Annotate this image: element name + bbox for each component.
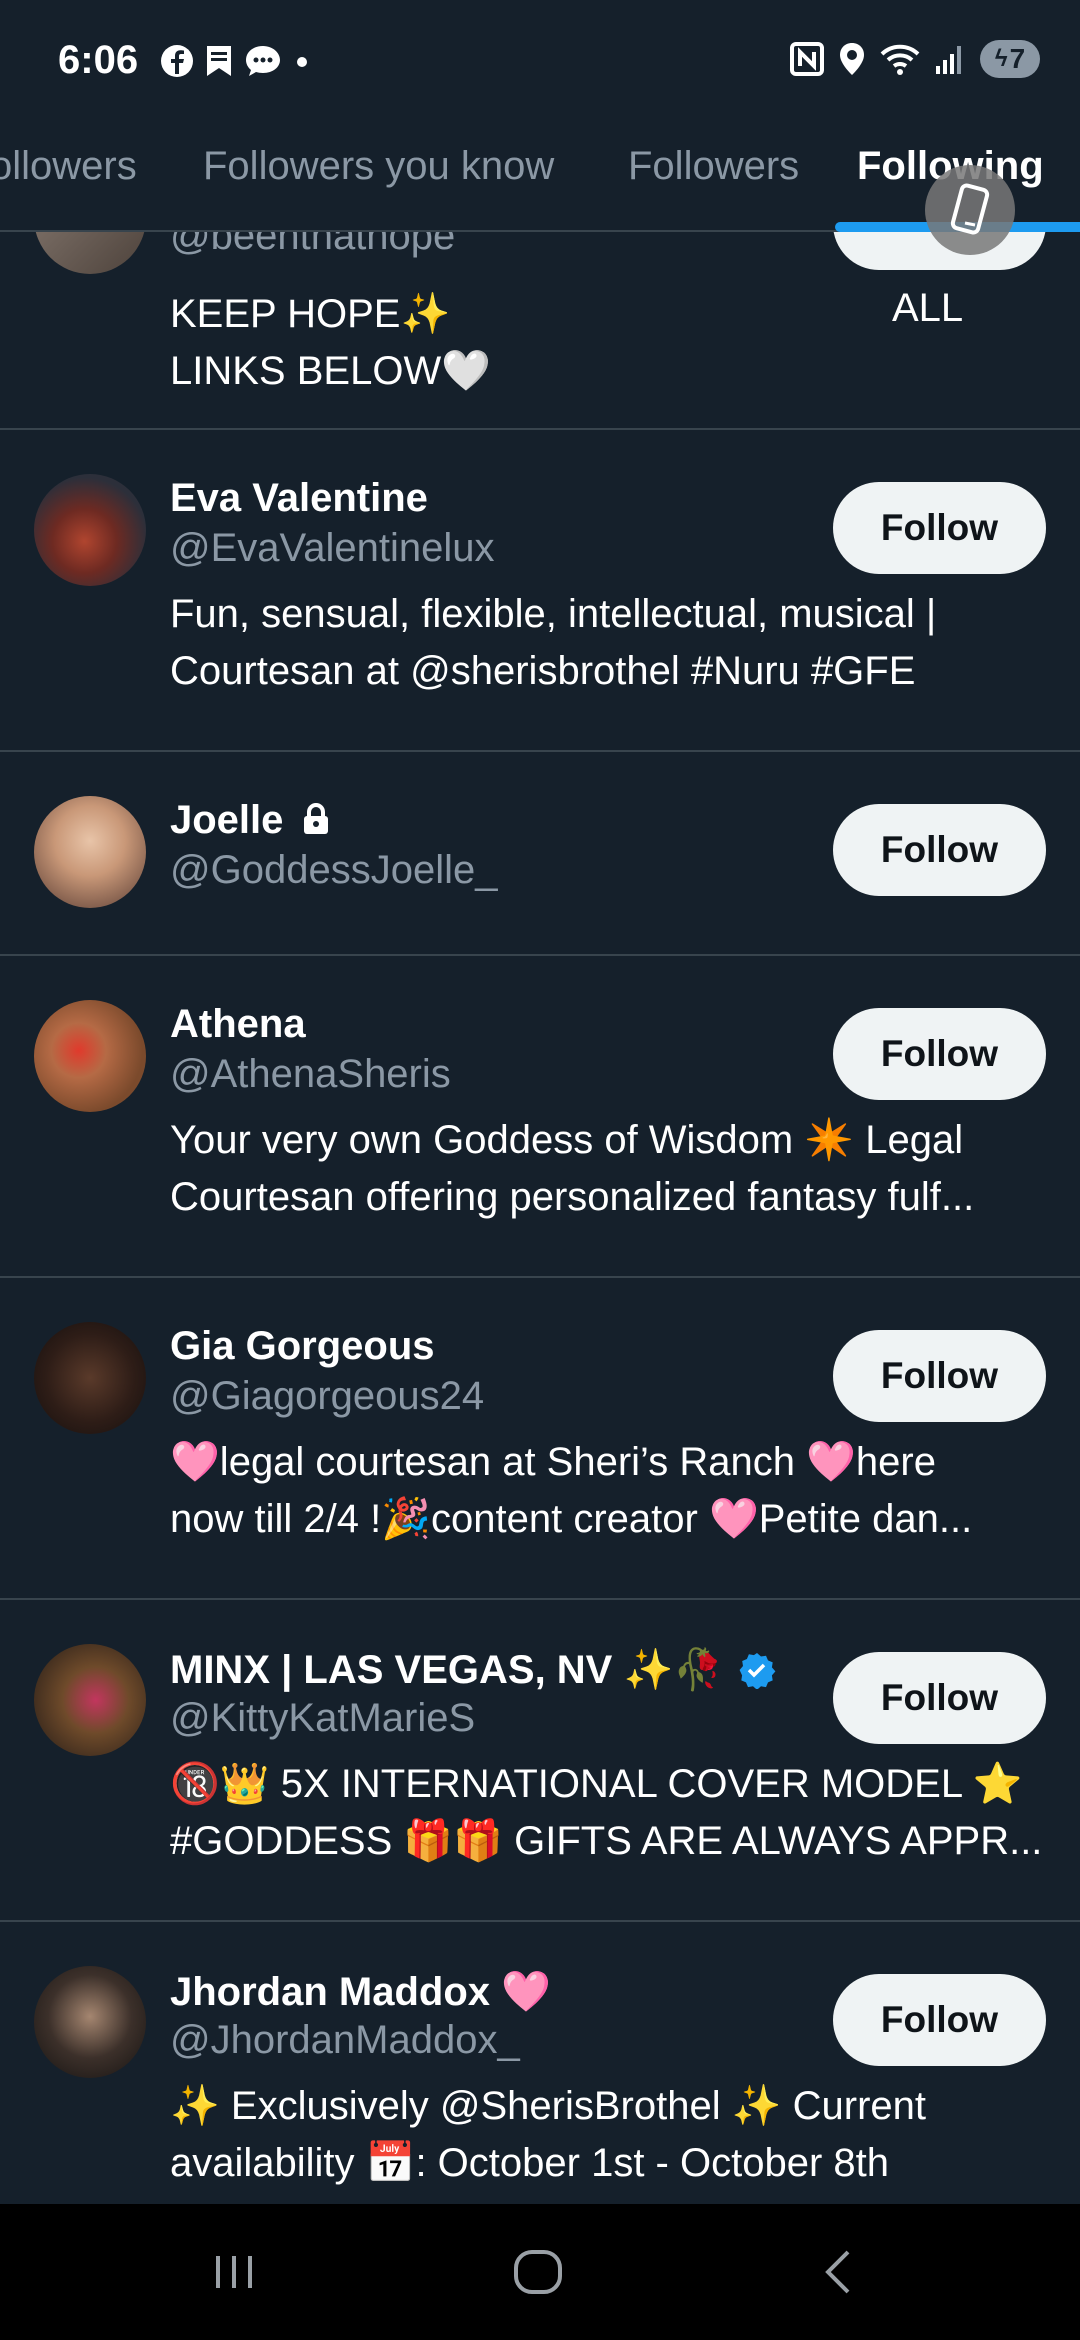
lock-icon <box>303 803 328 834</box>
signal-icon <box>936 46 961 74</box>
user-name-text: Joelle <box>170 798 284 842</box>
bio-line: availability 📅: October 1st - October 8t… <box>170 2141 889 2185</box>
wifi-icon <box>880 44 920 75</box>
follow-button[interactable]: Follow <box>833 1008 1046 1100</box>
avatar[interactable] <box>34 232 146 274</box>
follow-button[interactable]: Follow <box>833 482 1046 574</box>
user-name[interactable]: Athena <box>170 1002 306 1047</box>
user-handle[interactable]: @KittyKatMarieS <box>170 1696 475 1741</box>
user-name[interactable]: Joelle <box>170 798 331 843</box>
bio-line: Courtesan at @sherisbrothel #Nuru #GFE <box>170 649 916 693</box>
list-item[interactable]: @beenthathope ALL KEEP HOPE✨ LINKS BELOW… <box>0 232 1080 430</box>
tab-verified-followers[interactable]: ollowers <box>0 144 137 189</box>
battery-icon: ϟ 7 <box>980 40 1040 78</box>
follow-button[interactable]: Follow <box>833 1652 1046 1744</box>
system-icons: ϟ 7 <box>790 40 1040 78</box>
user-handle: @beenthathope <box>170 232 456 258</box>
user-name-text: MINX | LAS VEGAS, NV ✨🥀 <box>170 1648 724 1692</box>
follow-button[interactable]: Follow <box>833 1974 1046 2066</box>
bio-line: Courtesan offering personalized fantasy … <box>170 1175 975 1219</box>
phone-rotate-icon <box>950 183 990 235</box>
bookmark-icon <box>207 46 231 76</box>
follow-button[interactable]: Follow <box>833 1330 1046 1422</box>
following-list: @beenthathope ALL KEEP HOPE✨ LINKS BELOW… <box>0 232 1080 2204</box>
battery-level: 7 <box>1009 43 1026 74</box>
user-name[interactable]: MINX | LAS VEGAS, NV ✨🥀 <box>170 1646 776 1693</box>
tab-followers[interactable]: Followers <box>628 144 799 189</box>
user-name[interactable]: Jhordan Maddox 🩷 <box>170 1968 551 2015</box>
back-icon[interactable] <box>818 2244 858 2300</box>
user-bio: ✨ Exclusively @SherisBrothel ✨ Current a… <box>170 2078 1050 2192</box>
avatar[interactable] <box>34 474 146 586</box>
user-name[interactable]: Eva Valentine <box>170 476 428 521</box>
dot-icon <box>297 57 307 67</box>
battery-bolt-icon: ϟ <box>994 45 1008 72</box>
bio-line: now till 2/4 !🎉content creator 🩷Petite d… <box>170 1497 973 1541</box>
bio-line: Your very own Goddess of Wisdom ✴️ Legal <box>170 1118 964 1162</box>
facebook-icon <box>161 45 193 77</box>
tab-followers-you-know[interactable]: Followers you know <box>203 144 554 189</box>
user-bio: 🔞👑 5X INTERNATIONAL COVER MODEL ⭐ #GODDE… <box>170 1756 1050 1870</box>
user-bio: 🩷legal courtesan at Sheri’s Ranch 🩷here … <box>170 1434 1050 1548</box>
user-handle[interactable]: @EvaValentinelux <box>170 526 495 571</box>
list-item[interactable]: Athena @AthenaSheris Follow Your very ow… <box>0 954 1080 1278</box>
user-handle[interactable]: @Giagorgeous24 <box>170 1374 484 1419</box>
bio-line: 🩷legal courtesan at Sheri’s Ranch 🩷here <box>170 1440 936 1484</box>
list-item[interactable]: Gia Gorgeous @Giagorgeous24 Follow 🩷lega… <box>0 1276 1080 1600</box>
avatar[interactable] <box>34 1966 146 2078</box>
location-icon <box>840 43 864 75</box>
list-item[interactable]: Jhordan Maddox 🩷 @JhordanMaddox_ Follow … <box>0 1920 1080 2204</box>
bio-line: LINKS BELOW🤍 <box>170 349 491 393</box>
system-nav-bar <box>0 2204 1080 2340</box>
user-handle[interactable]: @AthenaSheris <box>170 1052 451 1097</box>
avatar[interactable] <box>34 1644 146 1756</box>
bio-line: KEEP HOPE✨ <box>170 292 451 336</box>
avatar[interactable] <box>34 796 146 908</box>
bio-line: #GODDESS 🎁🎁 GIFTS ARE ALWAYS APPR... <box>170 1819 1043 1863</box>
user-name[interactable]: Gia Gorgeous <box>170 1324 435 1369</box>
rotate-screen-button[interactable] <box>925 165 1015 255</box>
avatar[interactable] <box>34 1322 146 1434</box>
recents-icon[interactable] <box>210 2244 258 2300</box>
list-item[interactable]: MINX | LAS VEGAS, NV ✨🥀 @KittyKatMarieS … <box>0 1598 1080 1922</box>
verified-badge-icon <box>739 1653 776 1690</box>
list-item[interactable]: Eva Valentine @EvaValentinelux Follow Fu… <box>0 428 1080 752</box>
list-item[interactable]: Joelle @GoddessJoelle_ Follow <box>0 750 1080 956</box>
chat-icon <box>246 46 280 76</box>
nfc-icon <box>790 42 824 76</box>
user-handle[interactable]: @GoddessJoelle_ <box>170 848 497 893</box>
follow-button[interactable]: Follow <box>833 804 1046 896</box>
user-bio: Your very own Goddess of Wisdom ✴️ Legal… <box>170 1112 1050 1226</box>
notification-icons <box>160 44 312 78</box>
status-bar: 6:06 ϟ 7 <box>0 0 1080 130</box>
profile-tabs: ollowers Followers you know Followers Fo… <box>0 130 1080 232</box>
status-time: 6:06 <box>58 38 139 82</box>
bio-line: Fun, sensual, flexible, intellectual, mu… <box>170 592 937 636</box>
bio-line: 🔞👑 5X INTERNATIONAL COVER MODEL ⭐ <box>170 1762 1023 1806</box>
bio-line: ✨ Exclusively @SherisBrothel ✨ Current <box>170 2084 926 2128</box>
user-handle[interactable]: @JhordanMaddox_ <box>170 2018 520 2063</box>
avatar[interactable] <box>34 1000 146 1112</box>
user-bio: KEEP HOPE✨ LINKS BELOW🤍 <box>170 286 1050 400</box>
home-icon[interactable] <box>510 2244 566 2300</box>
user-bio: Fun, sensual, flexible, intellectual, mu… <box>170 586 1050 700</box>
